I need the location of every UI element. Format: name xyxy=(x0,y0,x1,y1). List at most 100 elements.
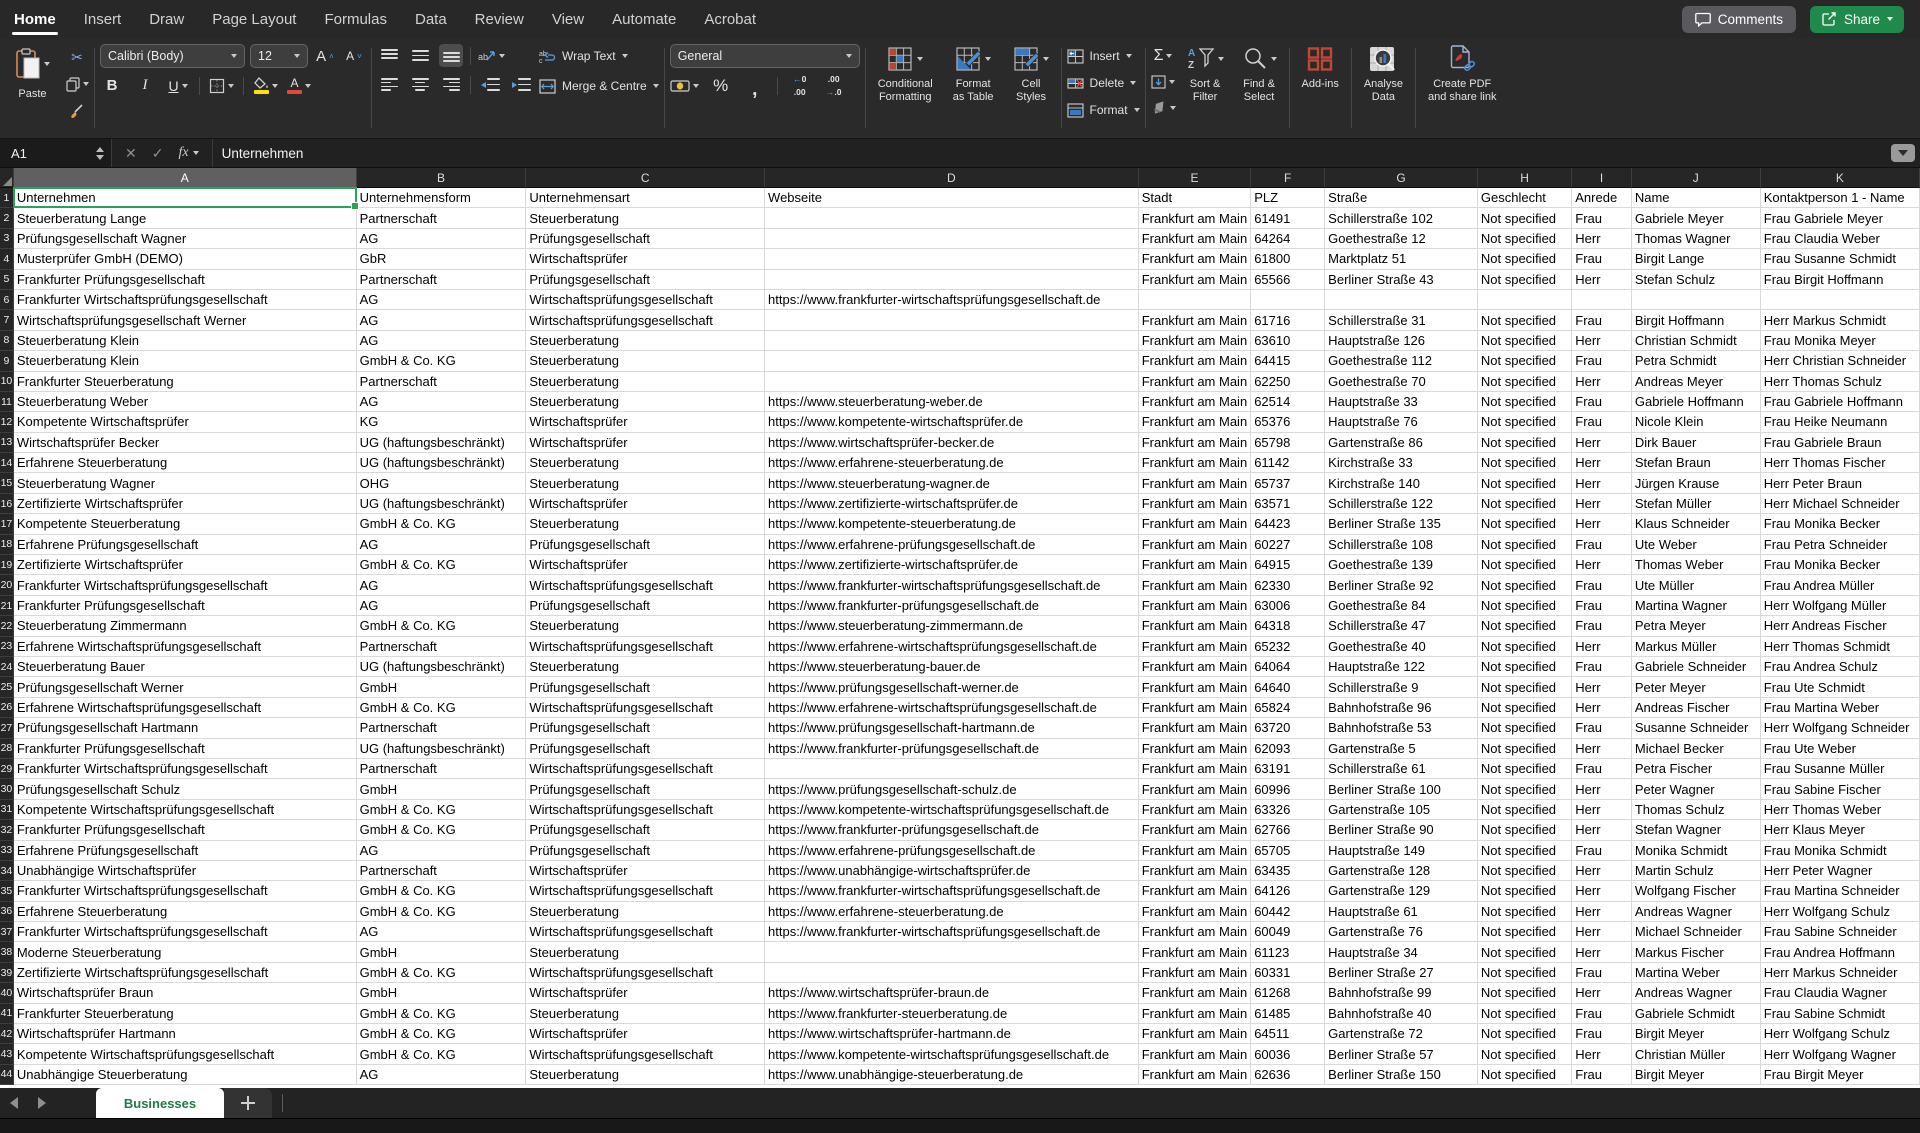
row-number-16[interactable]: 16 xyxy=(0,494,14,514)
cell-B8[interactable]: AG xyxy=(357,331,527,351)
prev-sheet-button[interactable] xyxy=(0,1088,28,1118)
cell-J28[interactable]: Michael Becker xyxy=(1632,739,1761,759)
cell-K24[interactable]: Frau Andrea Schulz xyxy=(1761,657,1920,677)
cell-E13[interactable]: Frankfurt am Main xyxy=(1139,433,1251,453)
cell-H42[interactable]: Not specified xyxy=(1478,1024,1572,1044)
name-box-stepper[interactable] xyxy=(96,147,104,160)
cell-F19[interactable]: 64915 xyxy=(1251,555,1325,575)
cell-B15[interactable]: OHG xyxy=(357,473,527,493)
cell-C13[interactable]: Wirtschaftsprüfer xyxy=(526,433,765,453)
cell-A20[interactable]: Frankfurter Wirtschaftsprüfungsgesellsch… xyxy=(14,575,357,595)
cell-J30[interactable]: Peter Wagner xyxy=(1632,779,1761,799)
cell-E36[interactable]: Frankfurt am Main xyxy=(1139,902,1251,922)
cell-I29[interactable]: Frau xyxy=(1572,759,1632,779)
cell-C7[interactable]: Wirtschaftsprüfungsgesellschaft xyxy=(526,310,765,330)
cell-E27[interactable]: Frankfurt am Main xyxy=(1139,718,1251,738)
row-number-21[interactable]: 21 xyxy=(0,596,14,616)
cell-G3[interactable]: Goethestraße 12 xyxy=(1325,229,1478,249)
create-pdf-button[interactable]: Create PDF and share link xyxy=(1421,44,1504,103)
cell-G24[interactable]: Hauptstraße 122 xyxy=(1325,657,1478,677)
cell-H32[interactable]: Not specified xyxy=(1478,820,1572,840)
cell-J34[interactable]: Martin Schulz xyxy=(1632,861,1761,881)
cell-E16[interactable]: Frankfurt am Main xyxy=(1139,494,1251,514)
cell-H27[interactable]: Not specified xyxy=(1478,718,1572,738)
cell-I28[interactable]: Herr xyxy=(1572,739,1632,759)
row-number-18[interactable]: 18 xyxy=(0,535,14,555)
cell-D1[interactable]: Webseite xyxy=(765,188,1139,208)
cell-F43[interactable]: 60036 xyxy=(1251,1044,1325,1064)
cell-G13[interactable]: Gartenstraße 86 xyxy=(1325,433,1478,453)
cell-C20[interactable]: Wirtschaftsprüfungsgesellschaft xyxy=(526,575,765,595)
cell-B18[interactable]: AG xyxy=(357,535,527,555)
cell-F42[interactable]: 64511 xyxy=(1251,1024,1325,1044)
cell-E7[interactable]: Frankfurt am Main xyxy=(1139,310,1251,330)
cell-J23[interactable]: Markus Müller xyxy=(1632,637,1761,657)
cell-G39[interactable]: Berliner Straße 27 xyxy=(1325,963,1478,983)
cell-I22[interactable]: Frau xyxy=(1572,616,1632,636)
cell-A37[interactable]: Frankfurter Wirtschaftsprüfungsgesellsch… xyxy=(14,922,357,942)
cell-J10[interactable]: Andreas Meyer xyxy=(1632,372,1761,392)
format-cells-button[interactable]: Format xyxy=(1067,98,1140,122)
cell-G30[interactable]: Berliner Straße 100 xyxy=(1325,779,1478,799)
cell-C6[interactable]: Wirtschaftsprüfungsgesellschaft xyxy=(526,290,765,310)
cell-A4[interactable]: Musterprüfer GmbH (DEMO) xyxy=(14,249,357,269)
cell-H31[interactable]: Not specified xyxy=(1478,800,1572,820)
cell-E12[interactable]: Frankfurt am Main xyxy=(1139,412,1251,432)
cell-E31[interactable]: Frankfurt am Main xyxy=(1139,800,1251,820)
column-header-F[interactable]: F xyxy=(1251,168,1325,188)
cell-A32[interactable]: Frankfurter Prüfungsgesellschaft xyxy=(14,820,357,840)
row-number-43[interactable]: 43 xyxy=(0,1044,14,1064)
cell-F33[interactable]: 65705 xyxy=(1251,841,1325,861)
row-number-35[interactable]: 35 xyxy=(0,881,14,901)
cell-H33[interactable]: Not specified xyxy=(1478,841,1572,861)
cell-C23[interactable]: Wirtschaftsprüfungsgesellschaft xyxy=(526,637,765,657)
fill-color-button[interactable] xyxy=(253,74,278,97)
cell-D13[interactable]: https://www.wirtschaftsprüfer-becker.de xyxy=(765,433,1139,453)
cell-F27[interactable]: 63720 xyxy=(1251,718,1325,738)
cell-F18[interactable]: 60227 xyxy=(1251,535,1325,555)
number-format-select[interactable]: General xyxy=(670,44,860,68)
cell-H34[interactable]: Not specified xyxy=(1478,861,1572,881)
cell-H7[interactable]: Not specified xyxy=(1478,310,1572,330)
cell-F41[interactable]: 61485 xyxy=(1251,1004,1325,1024)
cell-F2[interactable]: 61491 xyxy=(1251,208,1325,228)
cell-I13[interactable]: Herr xyxy=(1572,433,1632,453)
delete-cells-button[interactable]: Delete xyxy=(1067,71,1140,95)
cell-G31[interactable]: Gartenstraße 105 xyxy=(1325,800,1478,820)
row-number-26[interactable]: 26 xyxy=(0,698,14,718)
cell-A19[interactable]: Zertifizierte Wirtschaftsprüfer xyxy=(14,555,357,575)
cell-G42[interactable]: Gartenstraße 72 xyxy=(1325,1024,1478,1044)
cell-J36[interactable]: Andreas Wagner xyxy=(1632,902,1761,922)
cell-E24[interactable]: Frankfurt am Main xyxy=(1139,657,1251,677)
clear-button[interactable] xyxy=(1151,96,1176,119)
format-as-table-button[interactable]: Format as Table xyxy=(946,44,1001,103)
cell-C15[interactable]: Steuerberatung xyxy=(526,473,765,493)
cell-E37[interactable]: Frankfurt am Main xyxy=(1139,922,1251,942)
analyse-data-button[interactable]: Analyse Data xyxy=(1357,44,1410,103)
cell-I17[interactable]: Herr xyxy=(1572,514,1632,534)
cell-F32[interactable]: 62766 xyxy=(1251,820,1325,840)
cell-G44[interactable]: Berliner Straße 150 xyxy=(1325,1065,1478,1085)
cell-J2[interactable]: Gabriele Meyer xyxy=(1632,208,1761,228)
cell-J18[interactable]: Ute Weber xyxy=(1632,535,1761,555)
cell-D10[interactable] xyxy=(765,372,1139,392)
cell-K19[interactable]: Frau Monika Becker xyxy=(1761,555,1920,575)
cell-D12[interactable]: https://www.kompetente-wirtschaftsprüfer… xyxy=(765,412,1139,432)
cell-D29[interactable] xyxy=(765,759,1139,779)
name-box[interactable]: A1 xyxy=(0,139,112,167)
column-header-A[interactable]: A xyxy=(14,168,357,188)
cell-D17[interactable]: https://www.kompetente-steuerberatung.de xyxy=(765,514,1139,534)
cell-J26[interactable]: Andreas Fischer xyxy=(1632,698,1761,718)
cell-F30[interactable]: 60996 xyxy=(1251,779,1325,799)
row-number-14[interactable]: 14 xyxy=(0,453,14,473)
cell-E26[interactable]: Frankfurt am Main xyxy=(1139,698,1251,718)
cell-F14[interactable]: 61142 xyxy=(1251,453,1325,473)
cell-G29[interactable]: Schillerstraße 61 xyxy=(1325,759,1478,779)
cell-D41[interactable]: https://www.frankfurter-steuerberatung.d… xyxy=(765,1004,1139,1024)
cell-C10[interactable]: Steuerberatung xyxy=(526,372,765,392)
cell-K41[interactable]: Frau Sabine Schmidt xyxy=(1761,1004,1920,1024)
cell-A10[interactable]: Frankfurter Steuerberatung xyxy=(14,372,357,392)
cell-H35[interactable]: Not specified xyxy=(1478,881,1572,901)
cell-I5[interactable]: Herr xyxy=(1572,270,1632,290)
cell-C24[interactable]: Steuerberatung xyxy=(526,657,765,677)
